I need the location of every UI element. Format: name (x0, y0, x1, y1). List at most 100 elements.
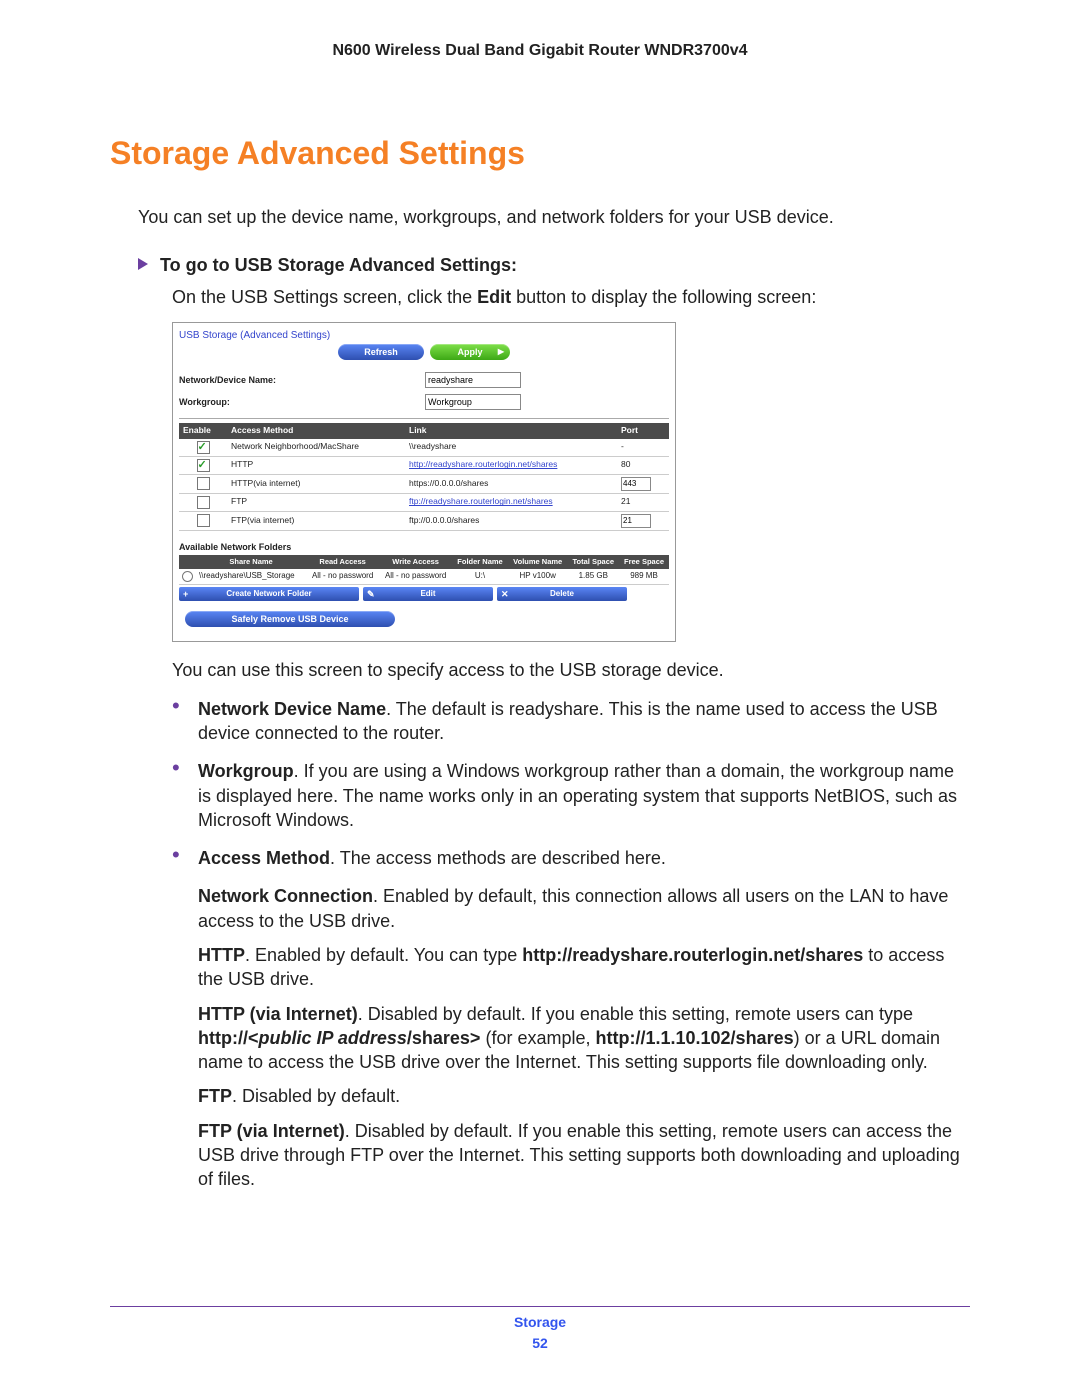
method-cell: HTTP (227, 456, 405, 474)
link-cell[interactable]: ftp://readyshare.routerlogin.net/shares (405, 493, 617, 511)
access-row: HTTP(via internet)https://0.0.0.0/shares (179, 474, 669, 493)
col-link: Link (405, 423, 617, 438)
s3-a: . Disabled by default. If you enable thi… (358, 1004, 913, 1024)
step-bold: Edit (477, 287, 511, 307)
link-cell: ftp://0.0.0.0/shares (405, 511, 617, 530)
safe-remove-button[interactable]: Safely Remove USB Device (185, 611, 395, 627)
b1-title: Network Device Name (198, 699, 386, 719)
s2-m: . Enabled by default. You can type (245, 945, 522, 965)
sub-http-internet: HTTP (via Internet). Disabled by default… (198, 1002, 970, 1075)
enable-checkbox[interactable] (197, 477, 210, 490)
col-folder: Folder Name (452, 555, 508, 569)
create-folder-button[interactable]: + Create Network Folder (179, 587, 359, 601)
port-cell: 80 (617, 456, 669, 474)
s4-t: FTP (198, 1086, 232, 1106)
access-table: Enable Access Method Link Port Network N… (179, 423, 669, 530)
edit-folder-button[interactable]: ✎Edit (363, 587, 493, 601)
page-footer: Storage 52 (110, 1306, 970, 1353)
port-input[interactable] (621, 477, 651, 491)
col-write: Write Access (379, 555, 452, 569)
settings-screenshot: USB Storage (Advanced Settings) Refresh … (172, 322, 676, 643)
access-row: HTTPhttp://readyshare.routerlogin.net/sh… (179, 456, 669, 474)
col-share: Share Name (196, 555, 306, 569)
triangle-icon (138, 258, 148, 270)
bullet-access-method: Access Method. The access methods are de… (172, 846, 970, 870)
workgroup-label: Workgroup: (179, 396, 425, 408)
bullet-workgroup: Workgroup. If you are using a Windows wo… (172, 759, 970, 832)
workgroup-row: Workgroup: (179, 394, 669, 410)
footer-page: 52 (110, 1334, 970, 1353)
link-cell[interactable]: http://readyshare.routerlogin.net/shares (405, 456, 617, 474)
folder-total: 1.85 GB (568, 569, 620, 585)
access-row: Network Neighborhood/MacShare\\readyshar… (179, 439, 669, 457)
b2-title: Workgroup (198, 761, 294, 781)
col-read: Read Access (306, 555, 379, 569)
folder-read: All - no password (306, 569, 379, 585)
step-bullet: To go to USB Storage Advanced Settings: (138, 253, 970, 277)
refresh-button[interactable]: Refresh (338, 344, 424, 360)
folder-share: \\readyshare\USB_Storage (196, 569, 306, 585)
port-cell (617, 474, 669, 493)
folder-free: 989 MB (619, 569, 669, 585)
port-input[interactable] (621, 514, 651, 528)
sub-ftp-internet: FTP (via Internet). Disabled by default.… (198, 1119, 970, 1192)
sub-network-connection: Network Connection. Enabled by default, … (198, 884, 970, 933)
folders-table: Share Name Read Access Write Access Fold… (179, 555, 669, 586)
method-cell: FTP(via internet) (227, 511, 405, 530)
doc-header: N600 Wireless Dual Band Gigabit Router W… (110, 40, 970, 62)
enable-checkbox[interactable] (197, 459, 210, 472)
s3-f: http://1.1.10.102/shares (596, 1028, 794, 1048)
s3-e: (for example, (480, 1028, 595, 1048)
step-pre: On the USB Settings screen, click the (172, 287, 477, 307)
step-instruction: On the USB Settings screen, click the Ed… (172, 285, 970, 309)
enable-checkbox[interactable] (197, 441, 210, 454)
device-name-input[interactable] (425, 372, 521, 388)
col-sel (179, 555, 196, 569)
s3-b: http://< (198, 1028, 259, 1048)
s3-d: /shares> (407, 1028, 481, 1048)
col-vol: Volume Name (508, 555, 568, 569)
folder-radio[interactable] (182, 571, 193, 582)
section-title: Storage Advanced Settings (110, 132, 970, 175)
device-name-label: Network/Device Name: (179, 374, 425, 386)
s3-t: HTTP (via Internet) (198, 1004, 358, 1024)
delete-folder-button[interactable]: ✕Delete (497, 587, 627, 601)
col-enable: Enable (179, 423, 227, 438)
workgroup-input[interactable] (425, 394, 521, 410)
folder-vol: HP v100w (508, 569, 568, 585)
delete-label: Delete (550, 589, 574, 600)
device-name-row: Network/Device Name: (179, 372, 669, 388)
step-post: button to display the following screen: (511, 287, 816, 307)
b2-body: . If you are using a Windows workgroup r… (198, 761, 957, 830)
folder-write: All - no password (379, 569, 452, 585)
sub-http: HTTP. Enabled by default. You can type h… (198, 943, 970, 992)
intro-text: You can set up the device name, workgrou… (138, 205, 970, 229)
port-cell (617, 511, 669, 530)
enable-checkbox[interactable] (197, 514, 210, 527)
method-cell: HTTP(via internet) (227, 474, 405, 493)
plus-icon: + (183, 588, 188, 600)
method-cell: FTP (227, 493, 405, 511)
pencil-icon: ✎ (367, 588, 375, 600)
link-cell: \\readyshare (405, 439, 617, 457)
apply-button[interactable]: Apply▶ (430, 344, 510, 360)
s3-c: public IP address (259, 1028, 407, 1048)
available-folders-label: Available Network Folders (179, 541, 669, 553)
col-port: Port (617, 423, 669, 438)
access-row: FTP(via internet)ftp://0.0.0.0/shares (179, 511, 669, 530)
s4-b: . Disabled by default. (232, 1086, 400, 1106)
divider (179, 418, 669, 419)
s2-bold: http://readyshare.routerlogin.net/shares (522, 945, 863, 965)
col-method: Access Method (227, 423, 405, 438)
b3-body: . The access methods are described here. (330, 848, 666, 868)
access-row: FTPftp://readyshare.routerlogin.net/shar… (179, 493, 669, 511)
port-cell: 21 (617, 493, 669, 511)
after-shot-text: You can use this screen to specify acces… (172, 658, 970, 682)
enable-checkbox[interactable] (197, 496, 210, 509)
bullet-device-name: Network Device Name. The default is read… (172, 697, 970, 746)
port-cell: - (617, 439, 669, 457)
sub-ftp: FTP. Disabled by default. (198, 1084, 970, 1108)
create-label: Create Network Folder (226, 589, 311, 600)
apply-label: Apply (457, 346, 482, 358)
col-free: Free Space (619, 555, 669, 569)
